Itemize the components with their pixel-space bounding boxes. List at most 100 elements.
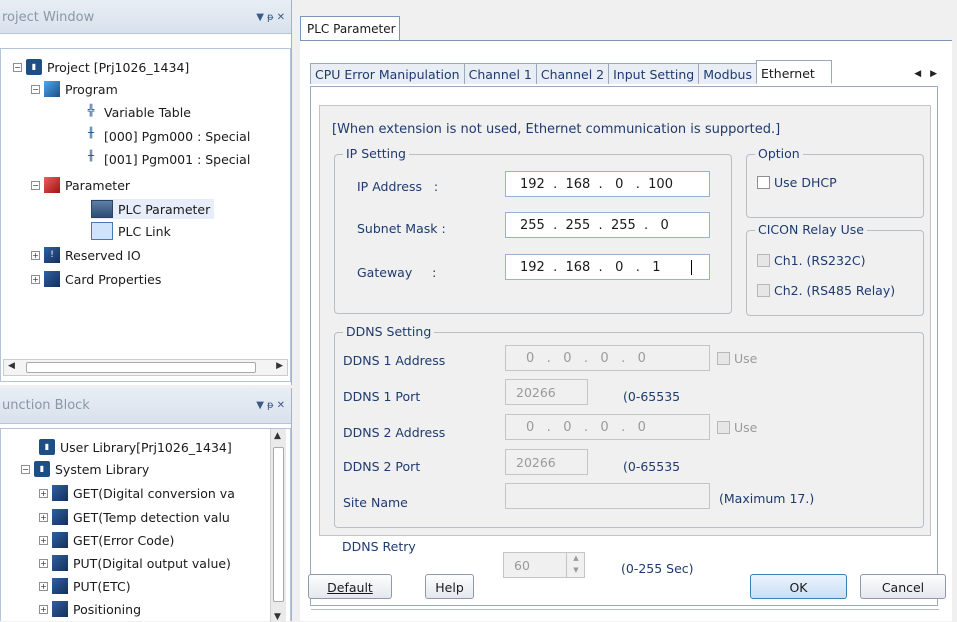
gateway-field[interactable]: 192 . 168 . 0 . 1 <box>505 254 710 280</box>
collapse-icon[interactable]: − <box>31 84 40 94</box>
ok-button[interactable]: OK <box>750 574 847 599</box>
tree-item-pgm000[interactable]: ╫ [000] Pgm000 : Special <box>83 126 250 146</box>
plc-parameter-dialog: CPU Error Manipulation Channel 1 Channel… <box>300 40 952 621</box>
scroll-up-icon[interactable]: ▲ <box>274 431 281 441</box>
ddns2-address-field[interactable]: 0 . 0 . 0 . 0 <box>505 414 710 440</box>
scroll-left-icon[interactable]: ◀ <box>8 361 15 371</box>
tab-modbus[interactable]: Modbus <box>698 63 757 84</box>
close-icon[interactable]: ✕ <box>277 400 285 411</box>
card-properties-icon <box>44 271 60 287</box>
checkbox-icon[interactable] <box>757 176 770 189</box>
tree-item-plc-parameter[interactable]: PLC Parameter <box>91 199 215 219</box>
site-name-field[interactable] <box>505 483 710 509</box>
tree-item-parameter[interactable]: − Parameter <box>31 175 130 195</box>
subnet-mask-field[interactable]: 255 . 255 . 255 . 0 <box>505 212 710 238</box>
tab-ethernet[interactable]: Ethernet <box>755 60 832 84</box>
document-tab-plc-parameter[interactable]: PLC Parameter <box>300 16 400 40</box>
reserved-io-icon: ! <box>44 247 60 263</box>
library-icon: ▮ <box>39 439 55 455</box>
ddns2-use-checkbox[interactable]: Use <box>717 420 757 435</box>
spin-down-icon[interactable]: ▼ <box>567 564 585 576</box>
function-block-icon <box>52 578 68 594</box>
dropdown-icon[interactable]: ▼ <box>256 12 264 23</box>
ch1-rs232c-checkbox[interactable]: Ch1. (RS232C) <box>757 253 866 268</box>
tree-item-plc-link[interactable]: PLC Link <box>91 221 171 241</box>
ddns2-port-field[interactable]: 20266 <box>505 449 588 475</box>
ch2-rs485-checkbox[interactable]: Ch2. (RS485 Relay) <box>757 283 895 298</box>
tree-item-variable-table[interactable]: ╬ Variable Table <box>83 102 191 122</box>
dropdown-icon[interactable]: ▼ <box>256 400 264 411</box>
function-block-window: unction Block ▼ ᵽ ✕ ▮ User Library[Prj10… <box>0 388 292 622</box>
ddns1-port-field[interactable]: 20266 <box>505 379 588 405</box>
tree-label: [001] Pgm001 : Special <box>104 151 251 167</box>
fb-item-get-temp[interactable]: + GET(Temp detection valu <box>39 507 230 527</box>
ch2-label: Ch2. (RS485 Relay) <box>774 283 896 298</box>
function-block-icon <box>52 601 68 617</box>
ddns1-use-checkbox[interactable]: Use <box>717 351 757 366</box>
vertical-scrollbar[interactable]: ▲ ▼ <box>270 429 286 622</box>
default-button[interactable]: Default <box>308 574 392 599</box>
expand-icon[interactable]: + <box>39 558 48 568</box>
ddns1-address-field[interactable]: 0 . 0 . 0 . 0 <box>505 345 710 371</box>
fb-item-positioning[interactable]: + Positioning <box>39 599 141 619</box>
collapse-icon[interactable]: − <box>13 62 22 72</box>
ip-address-label: IP Address : <box>357 179 439 194</box>
tab-channel-1[interactable]: Channel 1 <box>463 63 537 84</box>
tree-label: GET(Digital conversion va <box>73 485 235 501</box>
use-dhcp-checkbox[interactable]: Use DHCP <box>757 175 837 190</box>
spin-up-icon[interactable]: ▲ <box>567 552 585 564</box>
expand-icon[interactable]: + <box>31 274 40 284</box>
expand-icon[interactable]: + <box>39 604 48 614</box>
expand-icon[interactable]: + <box>39 512 48 522</box>
scrollbar-thumb[interactable] <box>26 362 256 373</box>
tree-item-reserved-io[interactable]: + ! Reserved IO <box>31 245 141 265</box>
tree-label: PUT(ETC) <box>73 578 131 594</box>
pin-icon[interactable]: ᵽ <box>267 400 274 411</box>
tree-label: User Library[Prj1026_1434] <box>60 439 232 455</box>
fb-item-user-library[interactable]: ▮ User Library[Prj1026_1434] <box>39 437 232 457</box>
expand-icon[interactable]: + <box>39 581 48 591</box>
ddns2-port-label: DDNS 2 Port <box>343 459 421 474</box>
tree-label: PUT(Digital output value) <box>73 555 231 571</box>
collapse-icon[interactable]: − <box>21 464 30 474</box>
fb-item-system-library[interactable]: − ▮ System Library <box>21 459 149 479</box>
fb-item-put-digital[interactable]: + PUT(Digital output value) <box>39 553 231 573</box>
help-button[interactable]: Help <box>425 574 474 599</box>
expand-icon[interactable]: + <box>31 250 40 260</box>
pin-icon[interactable]: ᵽ <box>267 12 274 23</box>
tree-label: Card Properties <box>65 271 162 287</box>
tree-item-project[interactable]: − ▮ Project [Prj1026_1434] <box>13 57 189 77</box>
fb-item-put-etc[interactable]: + PUT(ETC) <box>39 576 131 596</box>
tree-item-card-properties[interactable]: + Card Properties <box>31 269 161 289</box>
subnet-mask-label: Subnet Mask : <box>357 221 446 236</box>
ip-address-field[interactable]: 192 . 168 . 0 . 100 <box>505 171 710 197</box>
checkbox-icon[interactable] <box>717 352 730 365</box>
horizontal-scrollbar[interactable]: ◀ ▶ <box>3 359 288 376</box>
checkbox-icon[interactable] <box>717 421 730 434</box>
scroll-right-icon[interactable]: ▶ <box>276 361 283 371</box>
close-icon[interactable]: ✕ <box>277 12 285 23</box>
tree-label: System Library <box>55 461 150 477</box>
tab-scroll-arrows-icon[interactable]: ◀ ▶ <box>914 69 940 79</box>
tree-item-program[interactable]: − Program <box>31 79 118 99</box>
tab-cpu-error-manipulation[interactable]: CPU Error Manipulation <box>310 63 465 84</box>
tree-label: Parameter <box>65 177 131 193</box>
tab-input-setting[interactable]: Input Setting <box>608 63 700 84</box>
scrollbar-thumb[interactable] <box>273 447 284 602</box>
project-window-title: roject Window ▼ ᵽ ✕ <box>0 0 291 34</box>
tree-item-pgm001[interactable]: ╫ [001] Pgm001 : Special <box>83 149 250 169</box>
ddns-retry-spinner[interactable]: ▲ ▼ <box>566 552 585 578</box>
collapse-icon[interactable]: − <box>31 180 40 190</box>
gateway-label: Gateway : <box>357 265 437 280</box>
tab-channel-2[interactable]: Channel 2 <box>535 63 610 84</box>
expand-icon[interactable]: + <box>39 488 48 498</box>
ddns-setting-title: DDNS Setting <box>343 324 435 339</box>
checkbox-icon[interactable] <box>757 284 770 297</box>
cancel-button[interactable]: Cancel <box>860 574 946 599</box>
checkbox-icon[interactable] <box>757 254 770 267</box>
fb-item-get-error[interactable]: + GET(Error Code) <box>39 530 174 550</box>
expand-icon[interactable]: + <box>39 535 48 545</box>
function-block-icon <box>52 555 68 571</box>
tree-label: Project [Prj1026_1434] <box>47 59 190 75</box>
fb-item-get-digital[interactable]: + GET(Digital conversion va <box>39 483 235 503</box>
